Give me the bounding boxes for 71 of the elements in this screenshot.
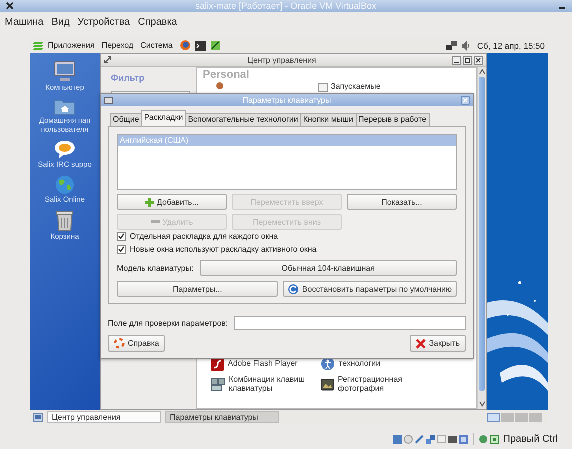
menu-item[interactable]: Машина [5, 17, 44, 28]
pencil-icon[interactable] [210, 40, 221, 51]
document-icon[interactable] [318, 82, 328, 92]
panel-menu[interactable]: Приложения [48, 41, 95, 50]
host-key-label: Правый Ctrl [503, 434, 558, 444]
test-label: Поле для проверки параметров: [108, 318, 228, 328]
menu-item[interactable]: Справка [138, 17, 178, 28]
taskbar-button[interactable]: Параметры клавиатуры [165, 411, 279, 423]
tab[interactable]: Раскладки [141, 110, 186, 126]
lifebuoy-icon [114, 338, 125, 349]
menu-item[interactable]: Устройства [78, 17, 130, 28]
trash-icon[interactable] [56, 210, 74, 232]
display-icon[interactable] [448, 436, 458, 442]
dialog-title: Параметры клавиатуры [242, 96, 332, 104]
applet-label[interactable]: технологии [339, 360, 381, 369]
applet-label[interactable]: Запускаемые [331, 82, 381, 92]
applet-label[interactable]: Комбинации клавиш клавиатуры [229, 376, 321, 394]
close-icon [416, 338, 426, 348]
scroll-up-icon[interactable] [478, 69, 486, 75]
speech-bubble-icon[interactable] [54, 140, 76, 160]
scrollbar[interactable] [477, 67, 486, 409]
tab[interactable]: Кнопки мыши [300, 113, 356, 126]
close-icon[interactable] [6, 2, 14, 10]
panel-menu[interactable]: Переход [102, 41, 134, 50]
speaker-icon[interactable] [461, 40, 472, 50]
photo-icon[interactable] [321, 378, 334, 392]
refresh-icon [288, 284, 300, 294]
test-field[interactable] [234, 316, 466, 330]
tab[interactable]: Вспомогательные технологии [185, 113, 302, 126]
maximize-icon[interactable] [463, 56, 472, 64]
button[interactable]: Показать... [347, 194, 457, 210]
terminal-icon[interactable] [194, 40, 206, 50]
filter-heading: Фильтр [111, 73, 146, 83]
taskbar-button[interactable]: Центр управления [47, 411, 161, 423]
checkbox[interactable] [117, 232, 126, 241]
clock[interactable]: Сб, 12 апр, 15:50 [477, 40, 545, 50]
model-button[interactable]: Обычная 104-клавишная [200, 260, 457, 276]
panel-menu[interactable]: Система [140, 41, 173, 50]
close-icon[interactable] [474, 56, 483, 64]
checkbox-label[interactable]: Отдельная раскладка для каждого окна [130, 232, 278, 241]
window-title: salix-mate [Работает] - Oracle VM VirtualBox [194, 1, 378, 11]
close-button[interactable]: Закрыть [410, 335, 466, 352]
help-button[interactable]: Справка [108, 335, 166, 352]
button[interactable]: Добавить... [117, 194, 227, 210]
model-label: Модель клавиатуры: [117, 264, 194, 272]
show-desktop-icon[interactable] [33, 412, 43, 422]
keys-icon[interactable] [211, 378, 225, 392]
checkbox-label[interactable]: Новые окна используют раскладку активного окна [130, 245, 317, 254]
keyboard-icon [104, 96, 113, 104]
menu-item[interactable]: Вид [52, 17, 70, 28]
workspace[interactable] [487, 412, 500, 422]
reset-button[interactable]: Восстановить параметры по умолчанию [283, 281, 457, 297]
scroll-thumb[interactable] [479, 77, 485, 391]
person-icon[interactable] [215, 82, 225, 92]
applet-label[interactable]: Регистрационная фотография [338, 376, 430, 394]
tab[interactable]: Перерыв в работе [356, 113, 430, 126]
disc-icon[interactable] [404, 434, 414, 444]
browser-icon[interactable] [180, 40, 191, 51]
plus-icon [144, 198, 154, 206]
options-button[interactable]: Параметры... [117, 281, 278, 297]
section-heading: Personal [203, 69, 250, 81]
checkbox[interactable] [117, 245, 126, 254]
tab[interactable]: Общие [110, 113, 142, 126]
minus-icon [150, 220, 160, 224]
window-icon[interactable] [459, 434, 468, 444]
minimize-icon[interactable] [452, 56, 461, 64]
window-title: Центр управления [246, 56, 318, 64]
resize-icon[interactable] [104, 56, 112, 64]
applet-label[interactable]: Adobe Flash Player [228, 360, 298, 369]
scroll-down-icon[interactable] [478, 401, 486, 407]
computer-icon[interactable] [52, 61, 77, 83]
